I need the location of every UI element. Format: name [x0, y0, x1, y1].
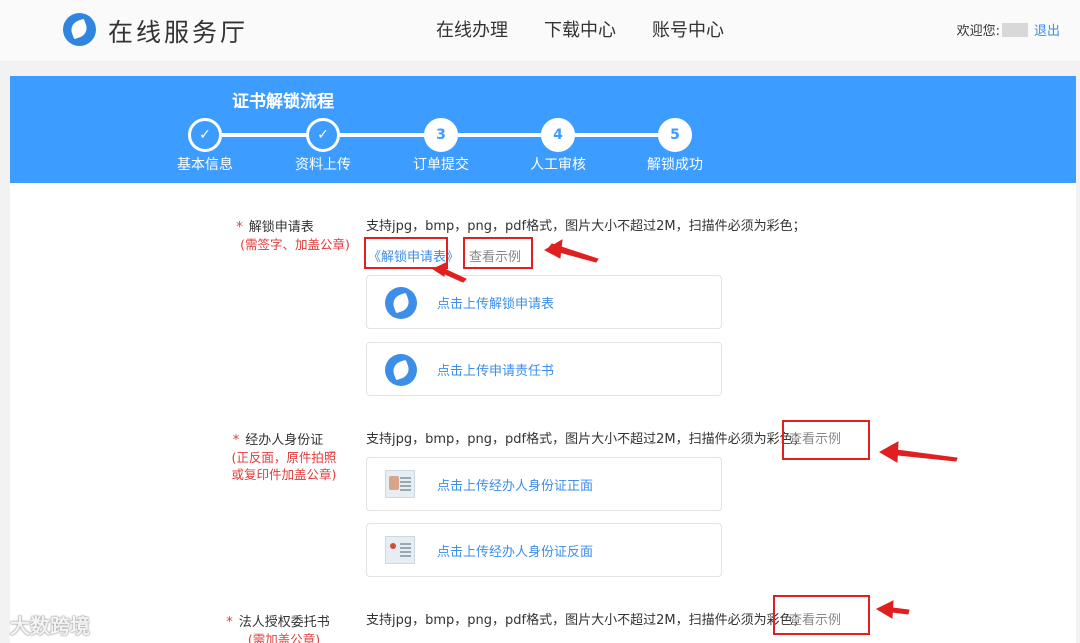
field-label-unlock-form: * 解锁申请表 [236, 220, 314, 235]
field-label-authorization: * 法人授权委托书 [226, 615, 330, 630]
step-label-order: 订单提交 [413, 157, 469, 173]
required-star: * [232, 433, 240, 448]
welcome-text: 欢迎您: [956, 24, 1000, 39]
field-label-id-card: * 经办人身份证 [232, 433, 324, 448]
watermark-text: 大数跨境 [10, 614, 90, 638]
step-2-check-icon: ✓ [306, 118, 340, 152]
upload-hint: 支持jpg，bmp，png，pdf格式，图片大小不超过2M，扫描件必须为彩色； [366, 432, 806, 447]
upload-label: 点击上传申请责任书 [437, 364, 555, 379]
upload-label: 点击上传经办人身份证正面 [437, 479, 594, 494]
required-star: * [226, 615, 233, 630]
upload-id-front-button[interactable]: 点击上传经办人身份证正面 [366, 457, 722, 511]
main-card: 证书解锁流程 ✓ ✓ 3 4 5 基本信息 资料上传 订单提交 人工审核 解锁成… [10, 76, 1076, 643]
field-note-authorization: (需加盖公章) [247, 632, 321, 643]
required-star: * [236, 220, 243, 235]
upload-label: 点击上传经办人身份证反面 [437, 545, 594, 560]
upload-label: 点击上传解锁申请表 [437, 297, 555, 312]
username-redacted [1001, 22, 1028, 37]
site-title: 在线服务厅 [108, 18, 249, 47]
id-card-front-icon [385, 470, 415, 498]
nav-item-account[interactable]: 账号中心 [652, 16, 724, 42]
annotation-box [463, 237, 533, 269]
upload-liability-letter-button[interactable]: 点击上传申请责任书 [366, 342, 722, 396]
step-5-number: 5 [658, 118, 692, 152]
step-label-basic-info: 基本信息 [177, 157, 233, 173]
upload-hint: 支持jpg，bmp，png，pdf格式，图片大小不超过2M，扫描件必须为彩色； [366, 219, 806, 234]
annotation-box [773, 595, 870, 635]
step-1-check-icon: ✓ [188, 118, 222, 152]
upload-logo-icon [385, 287, 417, 319]
nav-item-download[interactable]: 下载中心 [544, 16, 616, 42]
top-header: 在线服务厅 在线办理 下载中心 账号中心 欢迎您: 退出 [0, 0, 1080, 62]
upload-unlock-form-button[interactable]: 点击上传解锁申请表 [366, 275, 722, 329]
step-label-review: 人工审核 [530, 157, 586, 173]
user-area: 欢迎您: 退出 [957, 20, 1060, 39]
process-title: 证书解锁流程 [232, 92, 334, 112]
step-4-number: 4 [541, 118, 575, 152]
logo-icon [63, 13, 96, 46]
annotation-box [364, 237, 448, 269]
step-3-number: 3 [424, 118, 458, 152]
upload-id-back-button[interactable]: 点击上传经办人身份证反面 [366, 523, 722, 577]
upload-hint: 支持jpg，bmp，png，pdf格式，图片大小不超过2M，扫描件必须为彩色； [366, 613, 806, 628]
annotation-box [782, 420, 870, 460]
logout-link[interactable]: 退出 [1034, 20, 1060, 39]
nav-item-online[interactable]: 在线办理 [436, 16, 508, 42]
id-card-back-icon [385, 536, 415, 564]
field-note-id-card: (正反面，原件拍照或复印件加盖公章) [231, 450, 337, 482]
process-banner: 证书解锁流程 ✓ ✓ 3 4 5 基本信息 资料上传 订单提交 人工审核 解锁成… [10, 76, 1076, 183]
main-nav: 在线办理 下载中心 账号中心 [436, 16, 724, 42]
upload-logo-icon [385, 354, 417, 386]
step-label-success: 解锁成功 [647, 157, 703, 173]
step-label-upload: 资料上传 [295, 157, 351, 173]
field-note-unlock-form: (需签字、加盖公章) [240, 237, 350, 252]
